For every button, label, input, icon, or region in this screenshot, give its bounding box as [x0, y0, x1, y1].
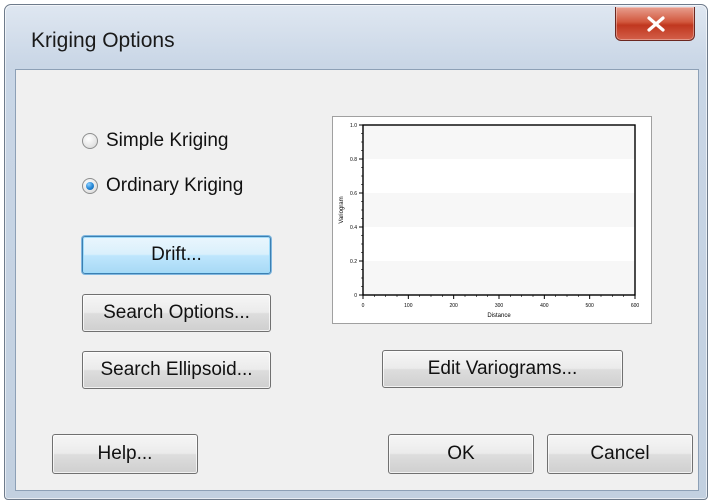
x-tick-label: 200	[449, 303, 458, 309]
chart-band	[363, 193, 635, 227]
drift-button[interactable]: Drift...	[82, 236, 271, 274]
help-button[interactable]: Help...	[52, 434, 198, 474]
x-axis-label: Distance	[487, 313, 511, 319]
ordinary-kriging-label: Ordinary Kriging	[106, 175, 244, 196]
variogram-chart-preview: 0 100 200 300 400 500 600 0 0.2 0.4 0.6 0.8 1.0 Dista…	[332, 116, 652, 324]
x-tick-label: 400	[540, 303, 549, 309]
chart-band	[363, 125, 635, 159]
close-button[interactable]	[615, 7, 695, 41]
simple-kriging-label: Simple Kriging	[106, 130, 229, 151]
ok-button[interactable]: OK	[388, 434, 534, 474]
x-tick-label: 300	[495, 303, 504, 309]
simple-kriging-option[interactable]: Simple Kriging	[82, 130, 229, 152]
chart-band	[363, 227, 635, 261]
chart-band	[363, 261, 635, 295]
variogram-chart-svg: 0 100 200 300 400 500 600 0 0.2 0.4 0.6 0.8 1.0 Dista…	[339, 123, 640, 319]
x-tick-label: 500	[585, 303, 594, 309]
x-tick-label: 600	[631, 303, 640, 309]
search-options-button[interactable]: Search Options...	[82, 294, 271, 332]
title-bar[interactable]: Kriging Options	[5, 5, 707, 69]
y-tick-label: 0.4	[350, 225, 357, 231]
y-tick-label: 1.0	[350, 123, 357, 129]
close-x-icon	[647, 16, 665, 32]
y-axis-label: Variogram	[339, 196, 345, 223]
x-tick-label: 0	[362, 303, 365, 309]
window-title: Kriging Options	[31, 29, 175, 52]
chart-band	[363, 159, 635, 193]
dialog-window: Kriging Options Simple Kriging Ordinary …	[4, 4, 708, 500]
dialog-client-area: Simple Kriging Ordinary Kriging Drift...…	[15, 69, 699, 491]
y-tick-label: 0.6	[350, 191, 357, 197]
cancel-button[interactable]: Cancel	[547, 434, 693, 474]
ordinary-kriging-option[interactable]: Ordinary Kriging	[82, 175, 243, 197]
search-ellipsoid-button[interactable]: Search Ellipsoid...	[82, 351, 271, 389]
edit-variograms-button[interactable]: Edit Variograms...	[382, 350, 623, 388]
y-tick-label: 0.2	[350, 259, 357, 265]
x-tick-label: 100	[404, 303, 413, 309]
ordinary-kriging-radio[interactable]	[82, 178, 98, 194]
y-tick-label: 0.8	[350, 157, 357, 163]
y-tick-label: 0	[354, 293, 357, 299]
simple-kriging-radio[interactable]	[82, 133, 98, 149]
